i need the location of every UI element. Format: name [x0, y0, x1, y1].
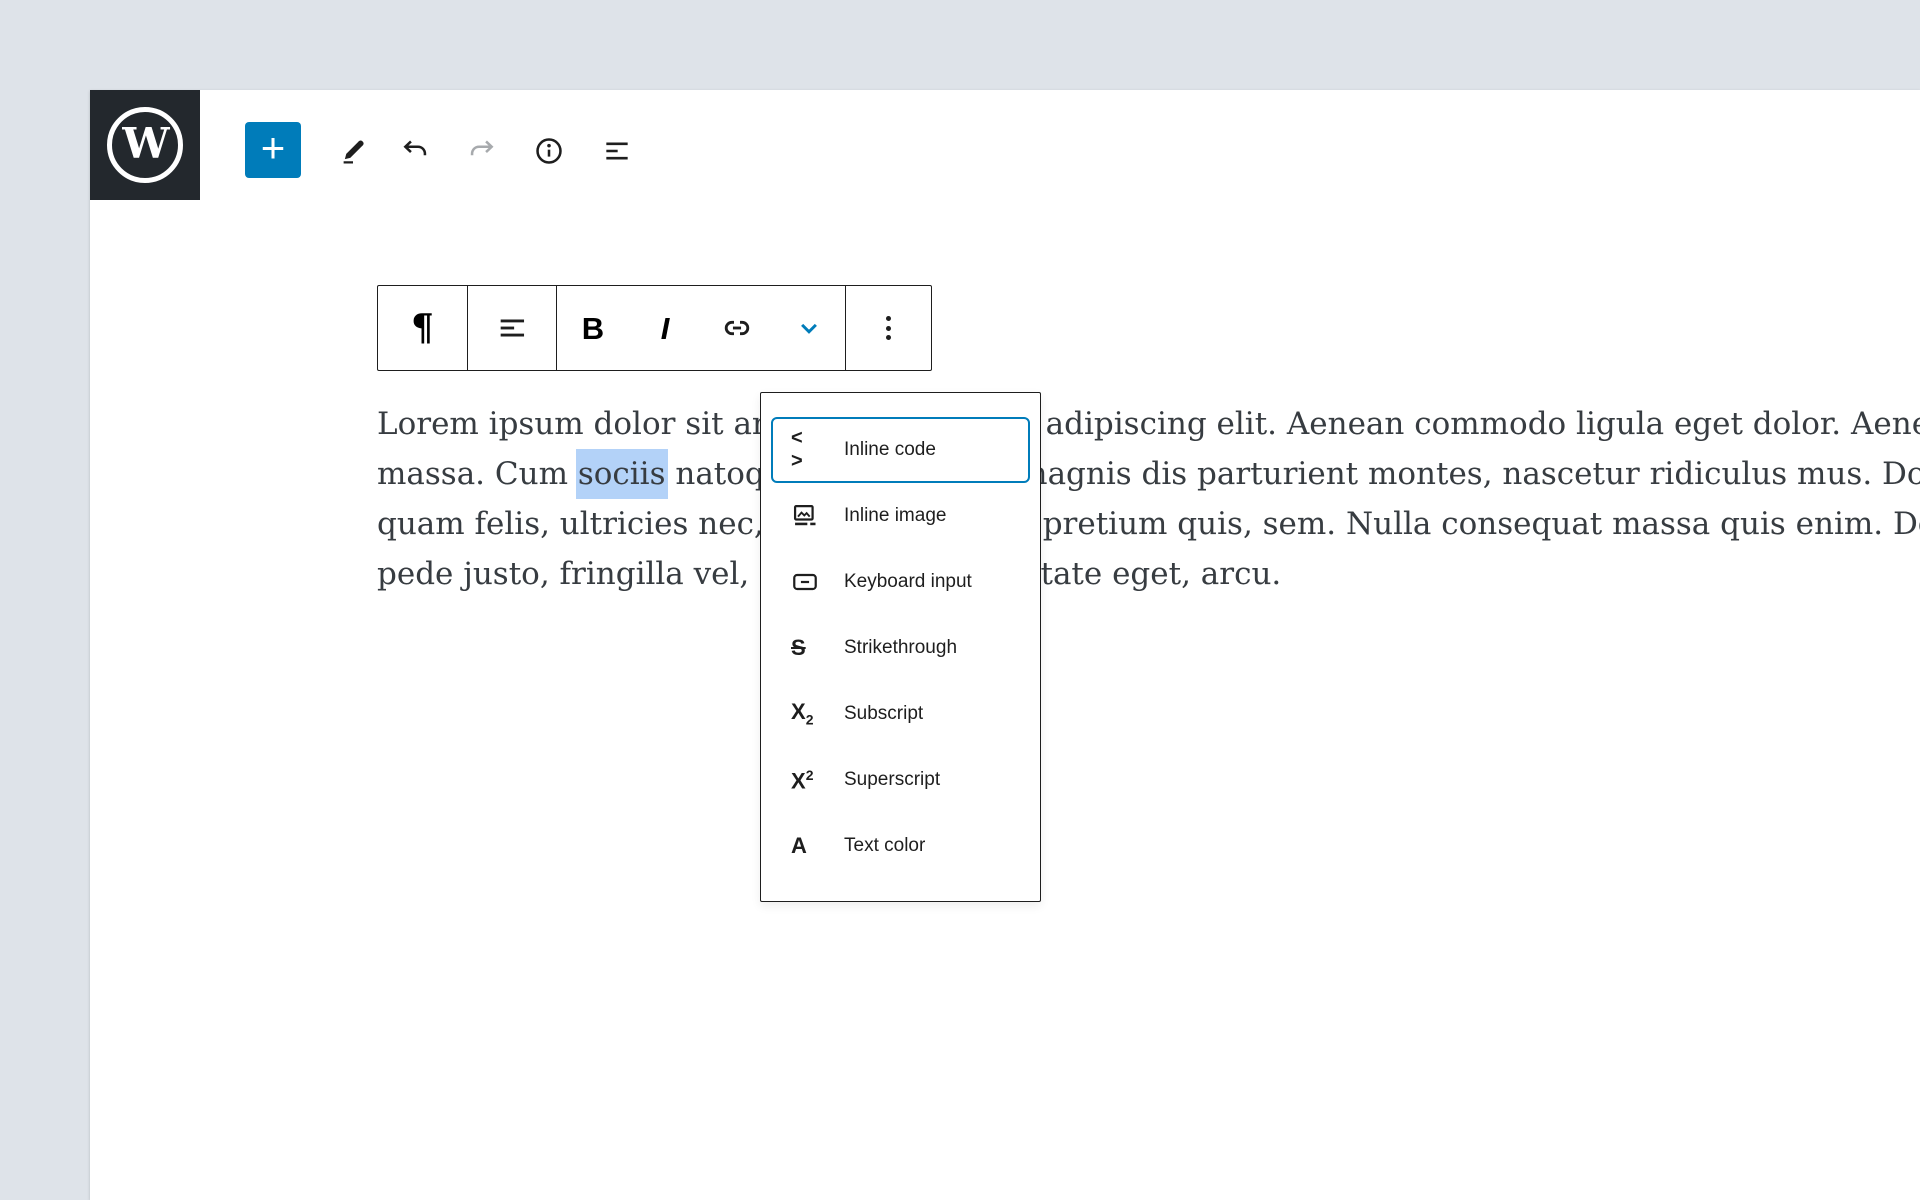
menu-item-subscript[interactable]: X2 Subscript [771, 681, 1030, 747]
pencil-icon [338, 136, 368, 166]
options-button[interactable] [845, 286, 931, 370]
inline-image-icon [791, 502, 829, 530]
wordpress-logo-button[interactable]: W [90, 90, 200, 200]
list-view-icon [601, 135, 633, 167]
redo-button [458, 128, 504, 174]
rich-text-formats-menu: < > Inline code Inline image Keyboard in… [760, 392, 1041, 902]
bold-icon: B [582, 313, 604, 344]
paragraph-block[interactable]: Lorem ipsum dolor sit amet, consectetuer… [377, 399, 1920, 599]
menu-item-text-color[interactable]: A Text color [771, 813, 1030, 879]
change-block-type-button[interactable]: ¶ [378, 286, 468, 370]
align-left-icon [495, 311, 529, 345]
details-button[interactable] [526, 128, 572, 174]
undo-button[interactable] [393, 128, 439, 174]
paragraph-line: pede justo, fringilla vel, aliquet nec, … [377, 549, 1920, 599]
menu-item-strikethrough[interactable]: S Strikethrough [771, 615, 1030, 681]
paragraph-line: Lorem ipsum dolor sit amet, consectetuer… [377, 399, 1920, 449]
wordpress-logo-letter: W [122, 123, 167, 165]
italic-icon: I [661, 313, 670, 344]
text-color-icon: A [791, 833, 829, 859]
italic-button[interactable]: I [629, 286, 701, 370]
menu-item-inline-code[interactable]: < > Inline code [771, 417, 1030, 483]
menu-item-superscript[interactable]: X2 Superscript [771, 747, 1030, 813]
bold-button[interactable]: B [557, 286, 629, 370]
keyboard-input-icon [791, 568, 829, 596]
wordpress-logo-icon: W [107, 107, 183, 183]
superscript-icon: X2 [791, 768, 829, 792]
paragraph-line: quam felis, ultricies nec, pellentesque … [377, 499, 1920, 549]
redo-arrow-icon [465, 135, 497, 167]
link-icon [719, 310, 755, 346]
info-icon [533, 135, 565, 167]
selected-text: sociis [576, 449, 668, 499]
strikethrough-icon: S [791, 635, 829, 661]
menu-item-inline-image[interactable]: Inline image [771, 483, 1030, 549]
menu-item-keyboard-input[interactable]: Keyboard input [771, 549, 1030, 615]
chevron-down-icon [794, 313, 824, 343]
inline-code-icon: < > [791, 427, 829, 473]
more-rich-text-tools-button[interactable] [773, 286, 845, 370]
subscript-icon: X2 [791, 701, 829, 726]
tools-button[interactable] [330, 128, 376, 174]
plus-icon: + [261, 127, 286, 169]
paragraph-line: massa. Cum sociis natoque penatibus et m… [377, 449, 1920, 499]
undo-arrow-icon [400, 135, 432, 167]
block-toolbar: ¶ B I [377, 285, 932, 371]
align-button[interactable] [468, 286, 557, 370]
list-view-button[interactable] [594, 128, 640, 174]
paragraph-icon: ¶ [411, 310, 434, 346]
kebab-menu-icon [886, 312, 891, 345]
link-button[interactable] [701, 286, 773, 370]
block-inserter-button[interactable]: + [245, 122, 301, 178]
